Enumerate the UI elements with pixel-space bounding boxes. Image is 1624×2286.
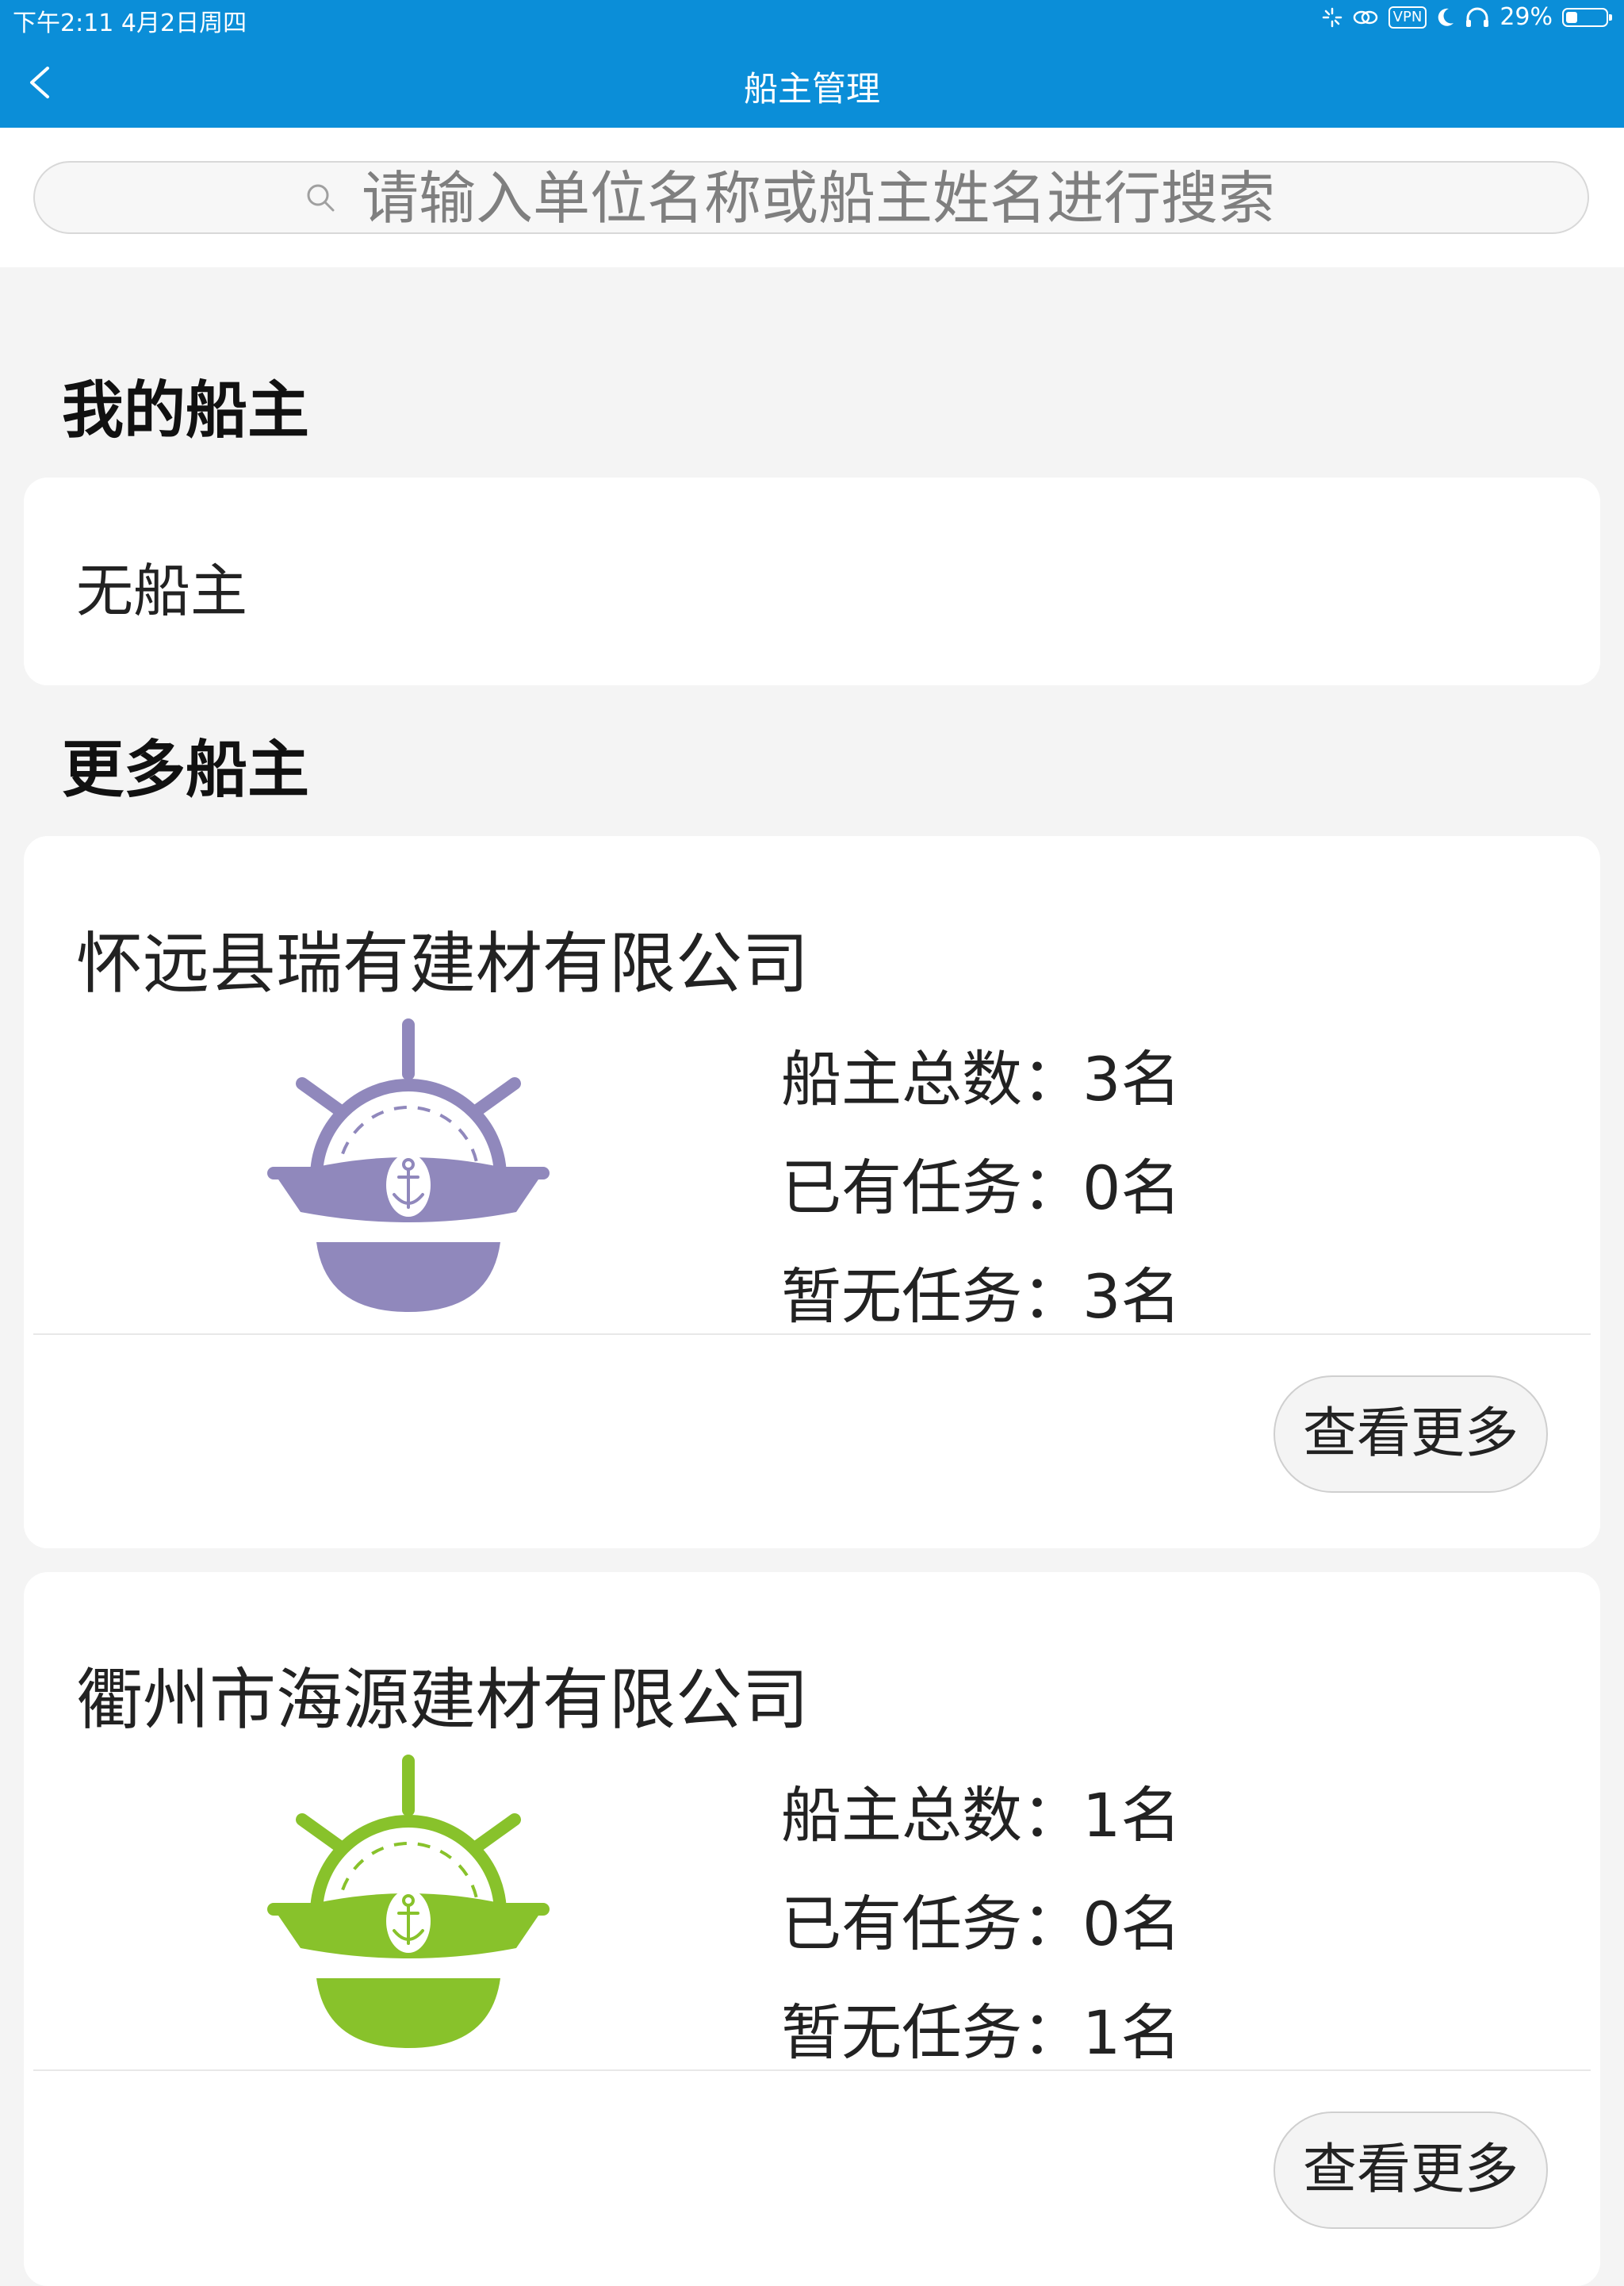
headphones-icon [1466, 7, 1489, 27]
battery-icon [1562, 7, 1612, 27]
nav-bar: 船主管理 [0, 40, 1624, 128]
company-card: 怀远县瑞有建材有限公司 船主总数：3名 已有任务：0名 暂无任务：3名 查看更多 [24, 836, 1600, 1548]
moon-icon [1438, 8, 1454, 26]
company-name: 衢州市海源建材有限公司 [76, 1661, 810, 1739]
page-title: 船主管理 [744, 70, 880, 109]
my-captains-heading: 我的船主 [62, 375, 310, 447]
captain-total: 船主总数：1名 [781, 1780, 1182, 1851]
sync-icon [1322, 7, 1342, 27]
search-bar [0, 128, 1624, 267]
view-more-button[interactable]: 查看更多 [1274, 2111, 1548, 2229]
search-box[interactable] [33, 161, 1589, 234]
ship-captain-icon [267, 1755, 550, 2048]
status-bar: 下午2:11 4月2日周四 VPN 29% [0, 0, 1624, 40]
company-stats: 船主总数：3名 已有任务：0名 暂无任务：3名 [781, 1025, 1181, 1351]
card-divider [33, 2069, 1591, 2071]
link-icon [1353, 10, 1377, 24]
search-input[interactable] [360, 164, 1513, 232]
company-name: 怀远县瑞有建材有限公司 [76, 925, 810, 1003]
empty-captains-text: 无船主 [76, 558, 248, 624]
captain-total: 船主总数：3名 [781, 1044, 1182, 1114]
search-icon [307, 184, 335, 212]
captains-with-task: 已有任务：0名 [781, 1889, 1182, 1959]
battery-fill [1566, 11, 1577, 23]
vpn-badge: VPN [1388, 6, 1427, 29]
battery-percent: 29% [1500, 3, 1553, 31]
company-stats: 船主总数：1名 已有任务：0名 暂无任务：1名 [781, 1761, 1181, 2087]
ship-captain-icon [267, 1018, 550, 1312]
more-captains-heading: 更多船主 [62, 735, 310, 806]
company-card: 衢州市海源建材有限公司 船主总数：1名 已有任务：0名 暂无任务：1名 查看更多 [24, 1572, 1600, 2286]
view-more-button[interactable]: 查看更多 [1274, 1375, 1548, 1493]
status-time: 下午2:11 4月2日周四 [13, 10, 247, 37]
my-captains-card: 无船主 [24, 478, 1600, 685]
card-divider [33, 1333, 1591, 1335]
captains-with-task: 已有任务：0名 [781, 1153, 1182, 1223]
